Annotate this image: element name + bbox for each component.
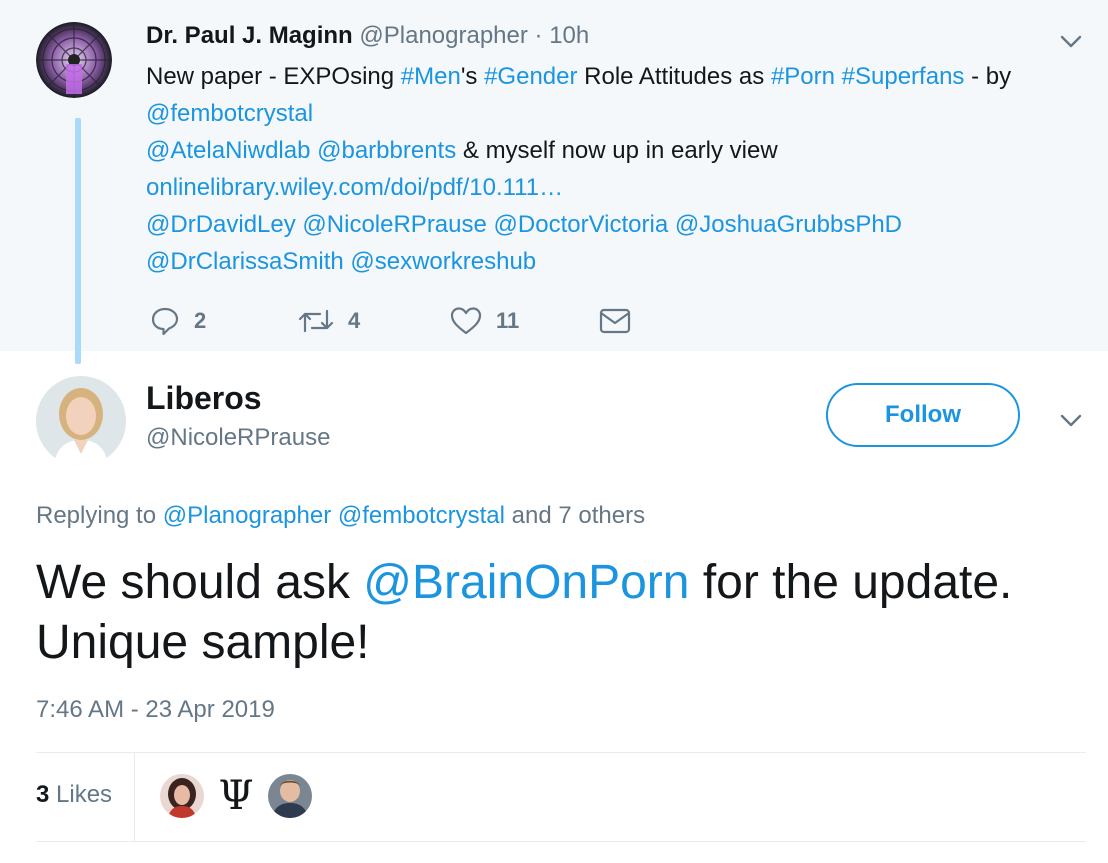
- replying-prefix: Replying to: [36, 502, 163, 529]
- reply-text-part: We should ask: [36, 556, 364, 609]
- divider: [36, 841, 1086, 842]
- like-button[interactable]: 11: [450, 304, 519, 338]
- mention-link[interactable]: @BrainOnPorn: [363, 556, 689, 609]
- like-count: 11: [496, 308, 520, 333]
- tweet-text-segment: New paper - EXPOsing: [146, 63, 401, 90]
- mention-link[interactable]: @DrDavidLey: [146, 211, 296, 238]
- tweet-text-segment: - by: [964, 63, 1012, 90]
- divider: [36, 752, 1086, 753]
- retweet-count: 4: [348, 308, 361, 333]
- likes-divider: [134, 753, 135, 841]
- tweet-text-line: @DrDavidLey @NicoleRPrause @DoctorVictor…: [146, 206, 1096, 243]
- mention-link[interactable]: @JoshuaGrubbsPhD: [675, 211, 902, 238]
- parent-author-avatar[interactable]: [36, 22, 112, 98]
- hashtag-link[interactable]: #Men: [401, 63, 461, 90]
- liker-avatar[interactable]: [268, 774, 312, 818]
- parent-author-handle[interactable]: @Planographer: [359, 22, 527, 49]
- liker-avatar[interactable]: Ψ: [214, 773, 258, 819]
- likes-count: 3: [36, 781, 50, 808]
- tweet-text-line: New paper - EXPOsing #Men's #Gender Role…: [146, 58, 1096, 95]
- parent-author-name[interactable]: Dr. Paul J. Maginn: [146, 22, 353, 49]
- reply-tweet-text: We should ask @BrainOnPorn for the updat…: [36, 553, 1096, 673]
- parent-tweet-header: Dr. Paul J. Maginn @Planographer · 10h: [146, 22, 589, 50]
- mention-link[interactable]: @barbbrents: [317, 137, 456, 164]
- mention-link[interactable]: @fembotcrystal: [146, 100, 313, 127]
- retweet-icon: [298, 309, 334, 333]
- replying-to-link[interactable]: @fembotcrystal: [338, 502, 505, 529]
- follow-button[interactable]: Follow: [826, 383, 1020, 447]
- direct-message-button[interactable]: [598, 304, 632, 338]
- replying-suffix[interactable]: and 7 others: [505, 502, 645, 529]
- replying-to-link[interactable]: @Planographer: [163, 502, 331, 529]
- hashtag-link[interactable]: #Superfans: [842, 63, 965, 90]
- tweet-text-segment: & myself now up in early view: [456, 137, 778, 164]
- tweet-text-segment: [835, 63, 842, 90]
- mention-link[interactable]: @sexworkreshub: [350, 248, 536, 275]
- thread-connector-line: [75, 118, 81, 364]
- tweet-text-line: @AtelaNiwdlab @barbbrents & myself now u…: [146, 132, 1096, 169]
- chevron-down-icon[interactable]: [1058, 28, 1084, 54]
- tweet-text-segment: 's: [460, 63, 485, 90]
- tweet-text-line: onlinelibrary.wiley.com/doi/pdf/10.111…: [146, 169, 1096, 206]
- tweet-text-line: @fembotcrystal: [146, 95, 1096, 132]
- likes-stat[interactable]: 3 Likes: [36, 781, 112, 809]
- hashtag-link[interactable]: #Porn: [771, 63, 835, 90]
- reply-icon: [151, 307, 179, 336]
- likes-label: Likes: [56, 781, 113, 808]
- heart-icon: [450, 307, 482, 335]
- mention-link[interactable]: @DoctorVictoria: [494, 211, 669, 238]
- reply-count: 2: [194, 308, 207, 333]
- envelope-icon: [599, 308, 631, 334]
- url-link[interactable]: onlinelibrary.wiley.com/doi/pdf/10.111…: [146, 174, 563, 201]
- tweet-text-segment: [487, 211, 494, 238]
- reply-timestamp[interactable]: 7:46 AM - 23 Apr 2019: [36, 696, 275, 724]
- reply-author-name[interactable]: Liberos: [146, 380, 262, 417]
- reply-author-avatar[interactable]: [36, 376, 126, 466]
- retweet-button[interactable]: 4: [298, 304, 360, 338]
- parent-tweet-time[interactable]: 10h: [549, 22, 589, 49]
- tweet-text-line: @DrClarissaSmith @sexworkreshub: [146, 243, 1096, 280]
- parent-tweet-text: New paper - EXPOsing #Men's #Gender Role…: [146, 58, 1096, 280]
- tweet-text-segment: Role Attitudes as: [577, 63, 771, 90]
- mention-link[interactable]: @NicoleRPrause: [302, 211, 486, 238]
- header-separator: ·: [534, 22, 543, 49]
- mention-link[interactable]: @DrClarissaSmith: [146, 248, 344, 275]
- chevron-down-icon[interactable]: [1058, 407, 1084, 433]
- hashtag-link[interactable]: #Gender: [484, 63, 577, 90]
- tweet-text-segment: [668, 211, 675, 238]
- parent-tweet[interactable]: Dr. Paul J. Maginn @Planographer · 10h N…: [0, 0, 1108, 364]
- reply-author-handle[interactable]: @NicoleRPrause: [146, 424, 330, 452]
- reply-button[interactable]: 2: [150, 304, 206, 338]
- mention-link[interactable]: @AtelaNiwdlab: [146, 137, 310, 164]
- replying-to-line: Replying to @Planographer @fembotcrystal…: [36, 502, 645, 530]
- liker-avatar[interactable]: [160, 774, 204, 818]
